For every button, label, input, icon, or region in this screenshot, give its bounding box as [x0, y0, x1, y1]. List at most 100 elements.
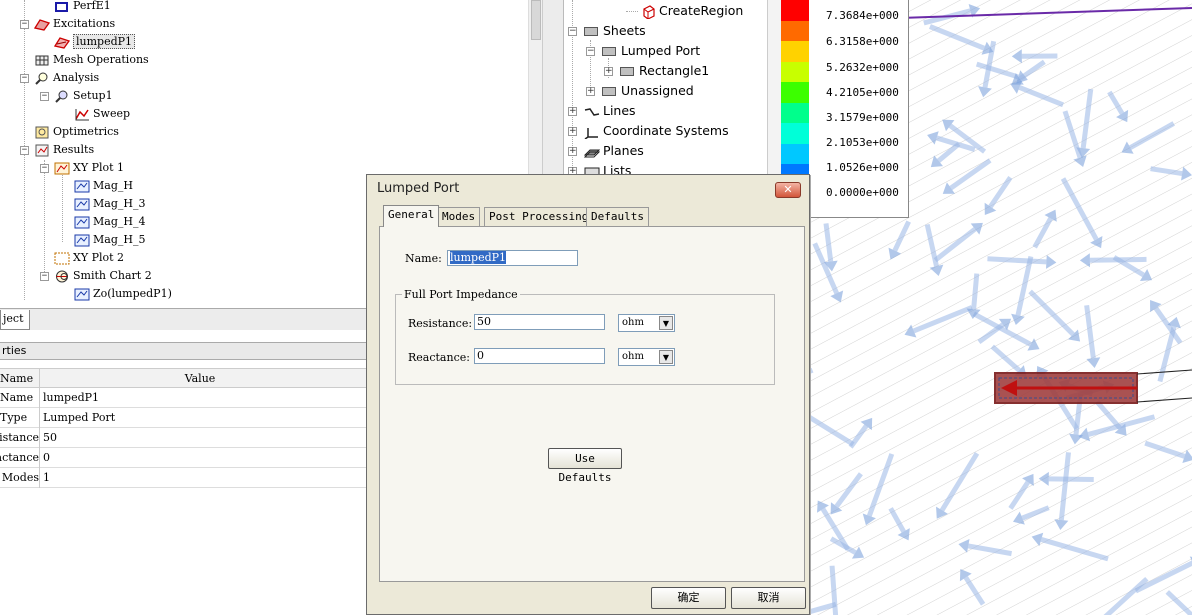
legend-color-band [781, 20, 809, 42]
table-row[interactable]: Reactance 0 [0, 448, 366, 468]
tree-item-label: Mag_H [93, 179, 133, 192]
sweep-icon [74, 108, 90, 121]
tree-item-rectangle1[interactable]: Rectangle1 [620, 61, 709, 81]
lumped-port-dialog: Lumped Port ✕ General Modes Post Process… [366, 174, 810, 615]
property-value[interactable]: Lumped Port [43, 408, 363, 427]
tree-item-analysis[interactable]: Analysis [34, 69, 99, 87]
tab-defaults[interactable]: Defaults [586, 207, 649, 226]
cancel-button[interactable]: 取消 [731, 587, 806, 609]
name-field[interactable]: lumpedP1 [447, 250, 578, 266]
tree-item-mag-h[interactable]: Mag_H [74, 177, 133, 195]
lumped-port-icon [53, 36, 71, 49]
vertical-scrollbar[interactable] [767, 0, 781, 178]
tab-post-processing[interactable]: Post Processing [484, 207, 594, 226]
expand-toggle[interactable]: + [568, 147, 577, 156]
ok-button[interactable]: 确定 [651, 587, 726, 609]
tree-item-mesh-operations[interactable]: Mesh Operations [34, 51, 149, 69]
tree-guide [626, 11, 638, 12]
tree-item-xy-plot-2[interactable]: XY Plot 2 [54, 249, 124, 267]
collapse-toggle[interactable]: − [586, 47, 595, 56]
legend-value: 2.1053e+000 [826, 136, 899, 149]
scrollbar-thumb[interactable] [531, 0, 541, 40]
reactance-unit-value: ohm [622, 351, 644, 362]
results-icon [34, 144, 50, 157]
tree-item-results[interactable]: Results [34, 141, 94, 159]
tree-item-excitations[interactable]: Excitations [33, 15, 116, 33]
tab-modes[interactable]: Modes [437, 207, 481, 226]
tab-label: ject [3, 312, 24, 325]
tree-item-setup1[interactable]: Setup1 [54, 87, 113, 105]
tree-item-smith-chart-2[interactable]: Smith Chart 2 [54, 267, 152, 285]
legend-color-band [781, 123, 809, 144]
collapse-toggle[interactable]: − [20, 20, 29, 29]
tree-item-createregion[interactable]: CreateRegion [640, 1, 743, 21]
collapse-toggle[interactable]: − [568, 27, 577, 36]
tree-item-mag-h-4[interactable]: Mag_H_4 [74, 213, 145, 231]
tree-item-lumped-port[interactable]: Lumped Port [602, 41, 700, 61]
collapse-toggle[interactable]: − [20, 146, 29, 155]
property-name: Name [0, 388, 40, 408]
tree-item-lumpedp1[interactable]: lumpedP1 [53, 33, 136, 51]
model-tree: CreateRegion − Sheets − Lumped Port + Re… [564, 0, 767, 178]
tree-guide [44, 160, 45, 280]
trace-icon [74, 180, 90, 193]
plane-icon [583, 145, 601, 158]
name-field-value: lumpedP1 [450, 251, 507, 264]
tree-item-zo-lumpedp1[interactable]: Zo(lumpedP1) [74, 285, 172, 303]
tab-general[interactable]: General [383, 205, 440, 227]
tab-panel-general: Name: lumpedP1 Full Port Impedance Resis… [379, 226, 805, 582]
reactance-label: Reactance: [408, 351, 470, 364]
close-button[interactable]: ✕ [775, 182, 801, 198]
resistance-field[interactable]: 50 [474, 314, 605, 330]
table-row[interactable]: Num Modes 1 [0, 468, 366, 488]
tree-item-xy-plot-1[interactable]: XY Plot 1 [54, 159, 124, 177]
legend-color-band [781, 82, 809, 103]
group-title: Full Port Impedance [402, 288, 520, 301]
collapse-toggle[interactable]: − [40, 92, 49, 101]
property-value[interactable]: lumpedP1 [43, 388, 363, 407]
tree-item-unassigned[interactable]: Unassigned [602, 81, 694, 101]
tree-item-planes[interactable]: Planes [583, 141, 644, 161]
optimetrics-icon [34, 126, 50, 139]
table-row[interactable]: Resistance 50 [0, 428, 366, 448]
use-defaults-button[interactable]: Use Defaults [548, 448, 622, 484]
property-value[interactable]: 0 [43, 448, 363, 467]
tree-item-sheets[interactable]: Sheets [584, 21, 646, 41]
tree-item-mag-h-3[interactable]: Mag_H_3 [74, 195, 145, 213]
excitation-icon [33, 18, 51, 31]
property-value[interactable]: 50 [43, 428, 363, 447]
tree-item-label: Mag_H_5 [93, 233, 146, 246]
tab-project[interactable]: ject [0, 310, 30, 330]
expand-toggle[interactable]: + [586, 87, 595, 96]
trace-icon [74, 216, 90, 229]
collapse-toggle[interactable]: − [40, 272, 49, 281]
resistance-unit-select[interactable]: ohm ▼ [618, 314, 675, 332]
column-header-name: Name [0, 369, 40, 389]
expand-toggle[interactable]: + [568, 107, 577, 116]
tree-item-label: Analysis [53, 71, 100, 84]
property-value[interactable]: 1 [43, 468, 363, 487]
tree-item-label: Excitations [53, 17, 116, 30]
field-arrow [987, 256, 1047, 265]
expand-toggle[interactable]: + [604, 67, 613, 76]
tree-item-perfe1[interactable]: PerfE1 [54, 0, 111, 15]
dialog-title: Lumped Port [367, 175, 809, 202]
tree-item-coordinate-systems[interactable]: Coordinate Systems [584, 121, 729, 141]
tree-item-label: Results [53, 143, 95, 156]
tree-item-label: lumpedP1 [73, 34, 136, 49]
reactance-field[interactable]: 0 [474, 348, 605, 364]
table-row[interactable]: Name lumpedP1 [0, 388, 366, 408]
collapse-toggle[interactable]: − [20, 74, 29, 83]
table-row[interactable]: Type Lumped Port [0, 408, 366, 428]
coordinate-system-icon [584, 125, 600, 140]
tree-item-label: Sweep [93, 107, 131, 120]
tree-item-optimetrics[interactable]: Optimetrics [34, 123, 119, 141]
resistance-unit-value: ohm [622, 317, 644, 328]
tree-item-mag-h-5[interactable]: Mag_H_5 [74, 231, 145, 249]
expand-toggle[interactable]: + [568, 127, 577, 136]
tree-item-lines[interactable]: Lines [584, 101, 636, 121]
legend-value: 5.2632e+000 [826, 61, 899, 74]
collapse-toggle[interactable]: − [40, 164, 49, 173]
tree-item-sweep[interactable]: Sweep [74, 105, 130, 123]
reactance-unit-select[interactable]: ohm ▼ [618, 348, 675, 366]
